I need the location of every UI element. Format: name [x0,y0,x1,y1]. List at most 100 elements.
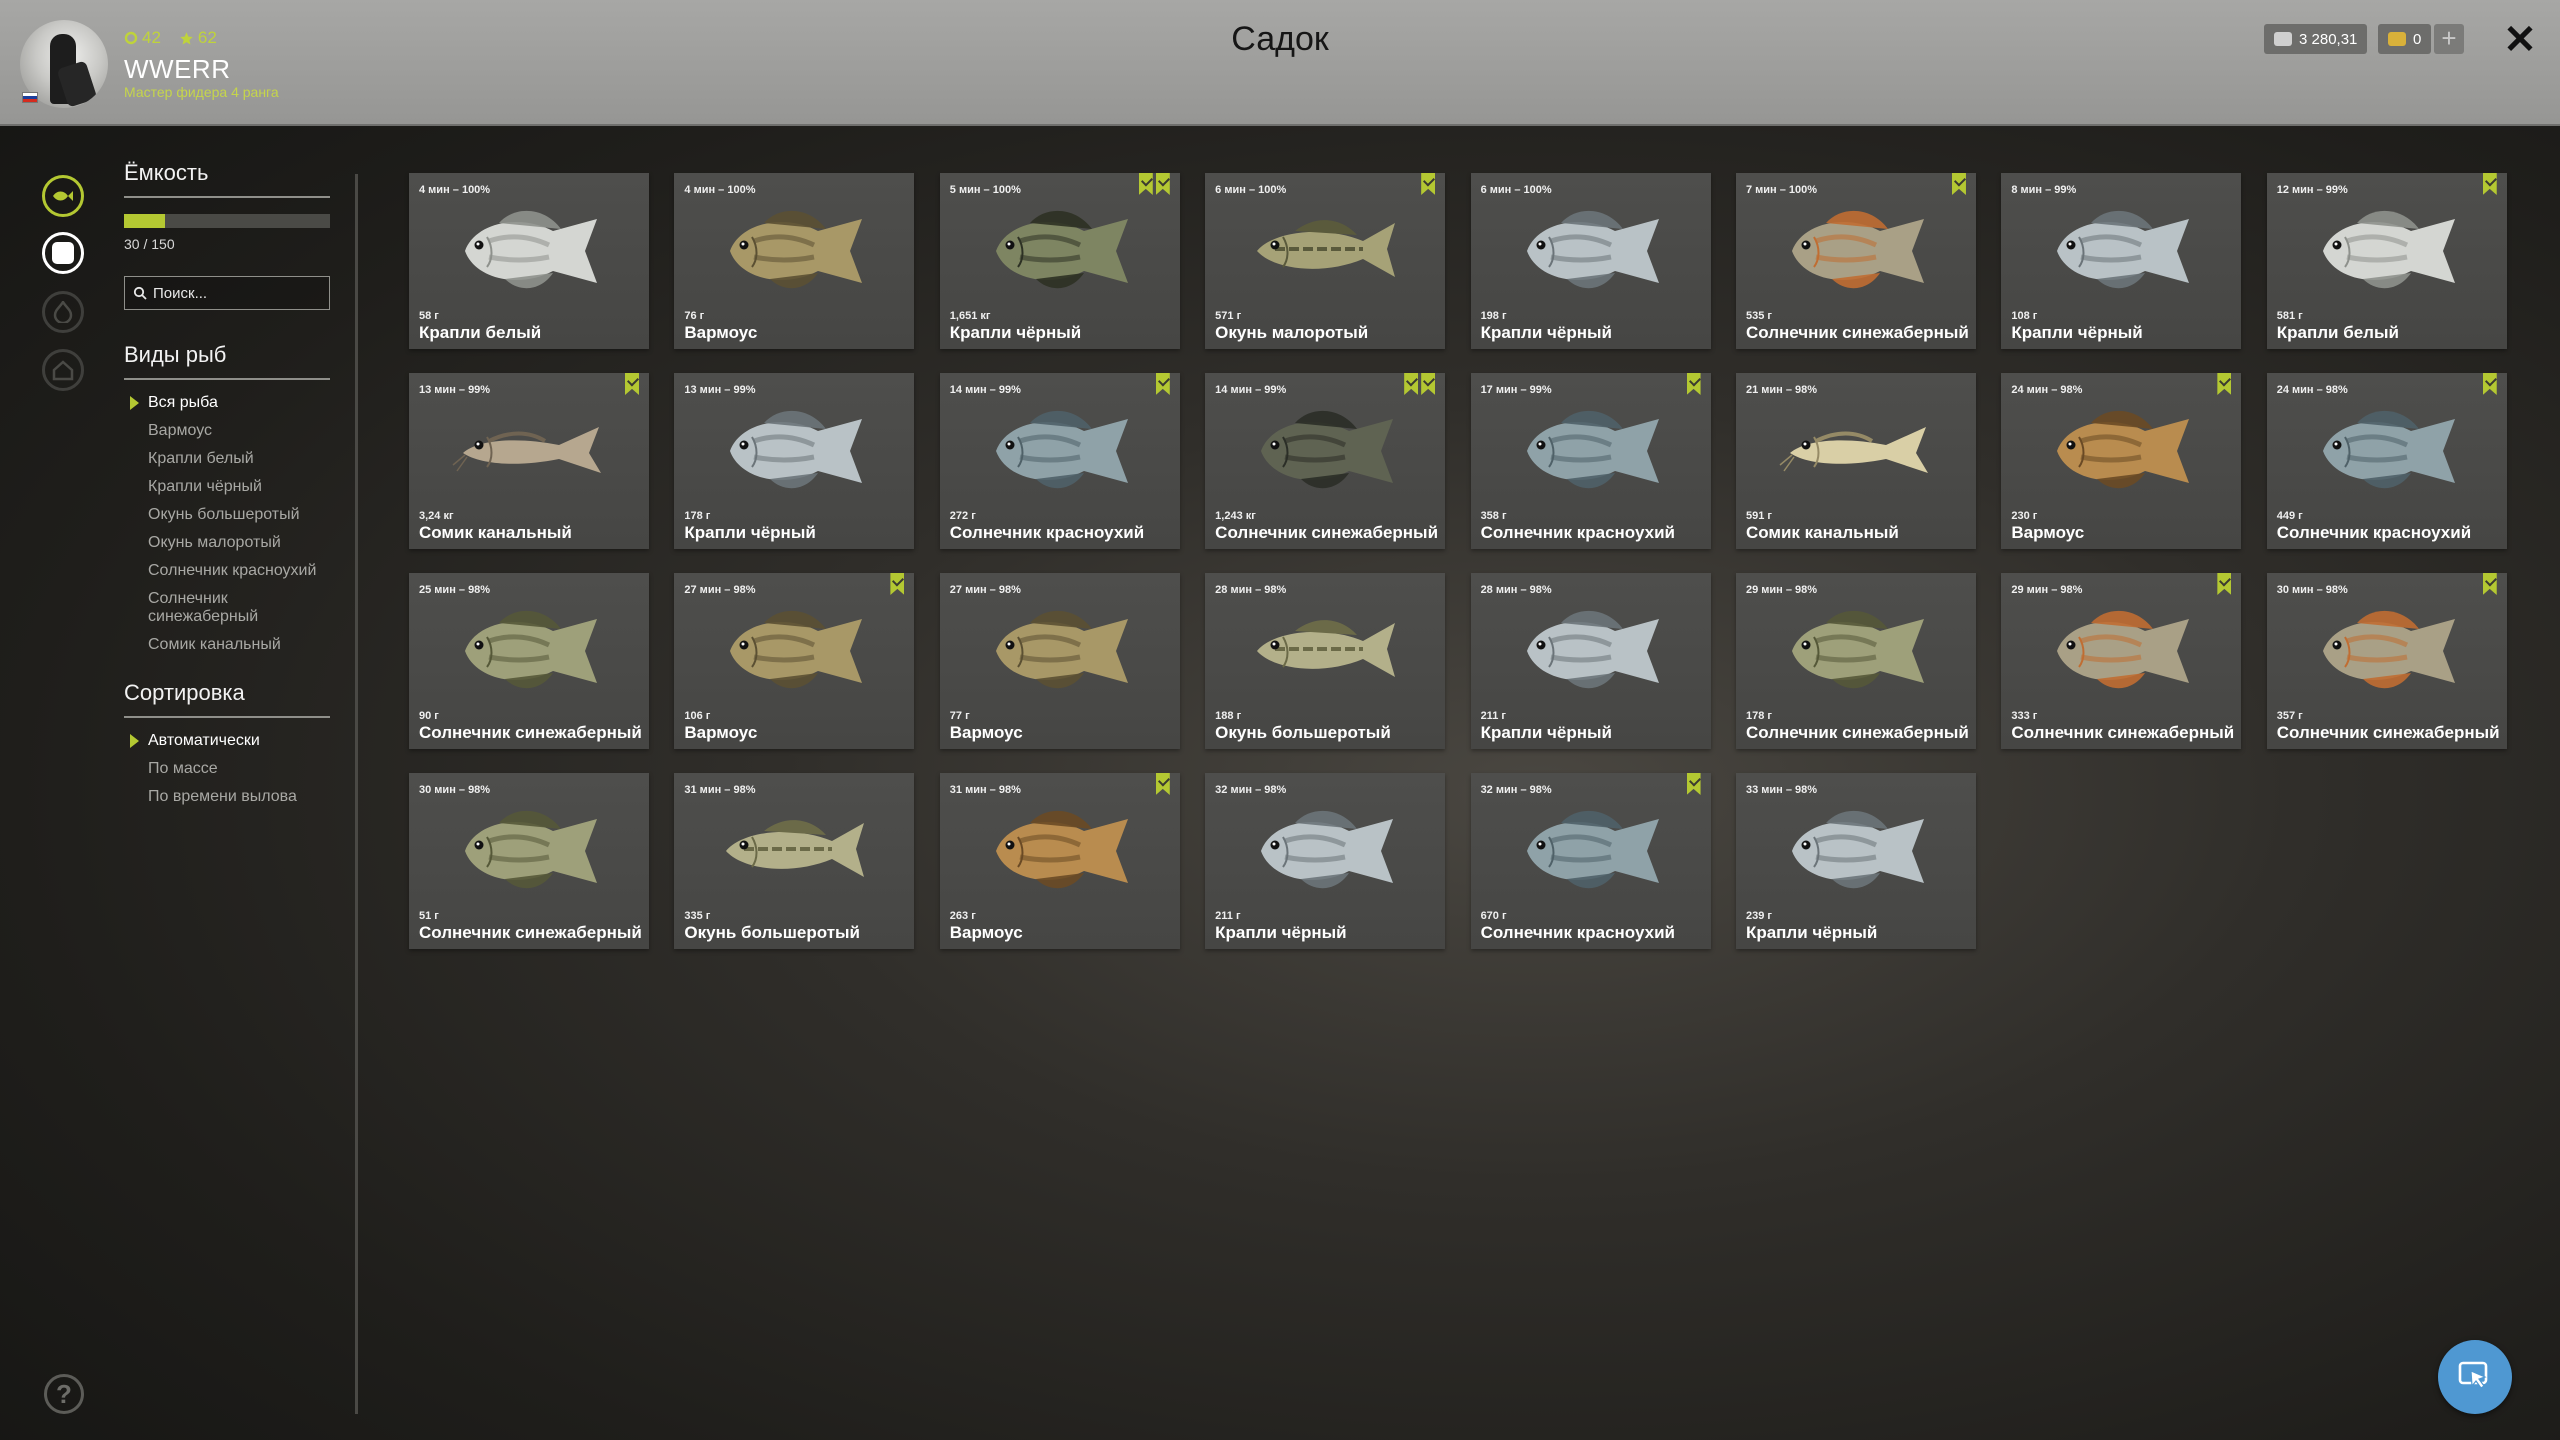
fish-image [1791,210,1924,289]
fish-name: Сомик канальный [1745,523,1899,542]
species-filter-item-8[interactable]: Сомик канальный [124,636,330,654]
bookmark-icon [2482,373,2497,395]
fish-image [2057,210,2190,289]
search-input[interactable] [153,284,323,302]
species-filter-item-6[interactable]: Солнечник красноухий [124,562,330,580]
species-filter-item-7[interactable]: Солнечник синежаберный [124,590,330,626]
fish-card[interactable]: 21 мин – 98% 591 г Сомик канальный [1735,373,1976,549]
fish-card[interactable]: 4 мин – 100% 76 г Вармоус [674,173,915,349]
fish-image [1257,220,1396,277]
fish-name: Солнечник красноухий [1480,923,1675,942]
bookmark-icon [2217,373,2232,395]
fish-weight: 211 г [1215,910,1241,922]
fish-card[interactable]: 7 мин – 100% 535 г Солнечник синежаберный [1735,173,1976,349]
fish-image [1791,810,1924,889]
fish-image [2057,610,2190,689]
fish-card[interactable]: 30 мин – 98% 357 г Солнечник синежаберный [2266,573,2507,749]
species-filter-item-0[interactable]: Вся рыба [124,394,330,412]
fish-weight: 90 г [419,710,439,722]
fish-card[interactable]: 28 мин – 98% 211 г Крапли чёрный [1470,573,1711,749]
fish-card[interactable]: 29 мин – 98% 333 г Солнечник синежаберный [2001,573,2242,749]
fish-name: Крапли чёрный [684,523,816,542]
fish-weight: 535 г [1745,310,1772,322]
fish-weight: 591 г [1745,510,1772,522]
fish-name: Крапли чёрный [2011,323,2143,342]
sort-option-2[interactable]: По времени вылова [124,788,330,806]
campfire-icon[interactable] [42,291,84,333]
fish-card[interactable]: 28 мин – 98% 188 г Окунь большеротый [1205,573,1446,749]
fish-card[interactable]: 6 мин – 100% 198 г Крапли чёрный [1470,173,1711,349]
fish-card[interactable]: 31 мин – 98% 263 г Вармоус [939,773,1180,949]
fish-card[interactable]: 12 мин – 99% 581 г Крапли белый [2266,173,2507,349]
fish-name: Сомик канальный [419,523,572,542]
species-filter-item-5[interactable]: Окунь малоротый [124,534,330,552]
fish-card[interactable]: 25 мин – 98% 90 г Солнечник синежаберный [409,573,649,749]
fish-card[interactable]: 30 мин – 98% 51 г Солнечник синежаберный [409,773,649,949]
species-filter-item-4[interactable]: Окунь большеротый [124,506,330,524]
bookmark-group [890,573,905,595]
keepnet-icon-body [52,242,74,264]
species-filter-item-2[interactable]: Крапли белый [124,450,330,468]
catch-time: 24 мин – 98% [2276,384,2348,396]
fish-card[interactable]: 13 мин – 99% 3,24 кг Сомик канальный [409,373,649,549]
fish-card[interactable]: 24 мин – 98% 230 г Вармоус [2001,373,2242,549]
fish-card[interactable]: 17 мин – 99% 358 г Солнечник красноухий [1470,373,1711,549]
money-balance[interactable]: 3 280,31 [2264,24,2368,54]
sort-option-0[interactable]: Автоматически [124,732,330,750]
sort-options-list: Автоматически По массе По времени вылова [124,732,330,806]
fish-image [995,610,1128,689]
fish-card[interactable]: 14 мин – 99% 1,243 кг Солнечник синежаберн… [1205,373,1446,549]
catch-time: 8 мин – 99% [2011,184,2077,196]
catch-time: 29 мин – 98% [1745,584,1818,596]
add-currency-button[interactable]: + [2434,24,2464,54]
fish-image [452,427,601,473]
fish-name: Крапли чёрный [1480,323,1612,342]
fish-card[interactable]: 8 мин – 99% 108 г Крапли чёрный [2001,173,2242,349]
fish-weight: 581 г [2276,310,2303,322]
close-button[interactable]: ✕ [2500,20,2540,60]
fish-name: Крапли белый [2276,323,2399,342]
fish-image [1526,810,1659,889]
keepnet-icon[interactable] [42,232,84,274]
fish-image [995,410,1128,489]
fish-card[interactable]: 4 мин – 100% 58 г Крапли белый [409,173,649,349]
fish-card[interactable]: 29 мин – 98% 178 г Солнечник синежаберный [1735,573,1976,749]
gold-balance[interactable]: 0 [2378,24,2432,54]
fish-card[interactable]: 5 мин – 100% 1,651 кг Крапли чёрный [939,173,1180,349]
bookmark-icon [1404,373,1419,395]
catch-time: 31 мин – 98% [949,784,1021,796]
fish-card[interactable]: 31 мин – 98% 335 г Окунь большеротый [674,773,915,949]
fish-weight: 239 г [1745,910,1772,922]
fish-card[interactable]: 27 мин – 98% 106 г Вармоус [674,573,915,749]
catch-time: 24 мин – 98% [2011,384,2083,396]
catch-time: 7 мин – 100% [1745,184,1818,196]
species-filter-item-3[interactable]: Крапли чёрный [124,478,330,496]
catch-time: 28 мин – 98% [1480,584,1552,596]
fish-name: Солнечник красноухий [949,523,1145,542]
help-icon[interactable]: ? [44,1374,84,1414]
fish-weight: 449 г [2276,510,2303,522]
bookmark-icon [2482,173,2497,195]
cursor-toggle-button[interactable] [2438,1340,2512,1414]
search-box[interactable] [124,276,330,310]
fish-card[interactable]: 24 мин – 98% 449 г Солнечник красноухий [2266,373,2507,549]
fish-weight: 670 г [1480,910,1507,922]
house-icon[interactable] [42,349,84,391]
fish-net-icon[interactable] [42,175,84,217]
fish-name: Солнечник синежаберный [2011,723,2235,742]
fish-card[interactable]: 13 мин – 99% 178 г Крапли чёрный [674,373,915,549]
fish-card[interactable]: 32 мин – 98% 211 г Крапли чёрный [1205,773,1446,949]
fish-card[interactable]: 14 мин – 99% 272 г Солнечник красноухий [939,373,1180,549]
fish-weight: 357 г [2276,710,2303,722]
bookmark-icon [1686,373,1701,395]
fish-card[interactable]: 32 мин – 98% 670 г Солнечник красноухий [1470,773,1711,949]
fish-card[interactable]: 27 мин – 98% 77 г Вармоус [939,573,1180,749]
fish-weight: 211 г [1480,710,1506,722]
fish-card[interactable]: 6 мин – 100% 571 г Окунь малоротый [1205,173,1446,349]
sort-option-1[interactable]: По массе [124,760,330,778]
species-filter-item-1[interactable]: Вармоус [124,422,330,440]
fish-image [1526,210,1659,289]
catch-time: 27 мин – 98% [684,584,756,596]
fish-card[interactable]: 33 мин – 98% 239 г Крапли чёрный [1735,773,1976,949]
fish-weight: 58 г [419,310,439,322]
